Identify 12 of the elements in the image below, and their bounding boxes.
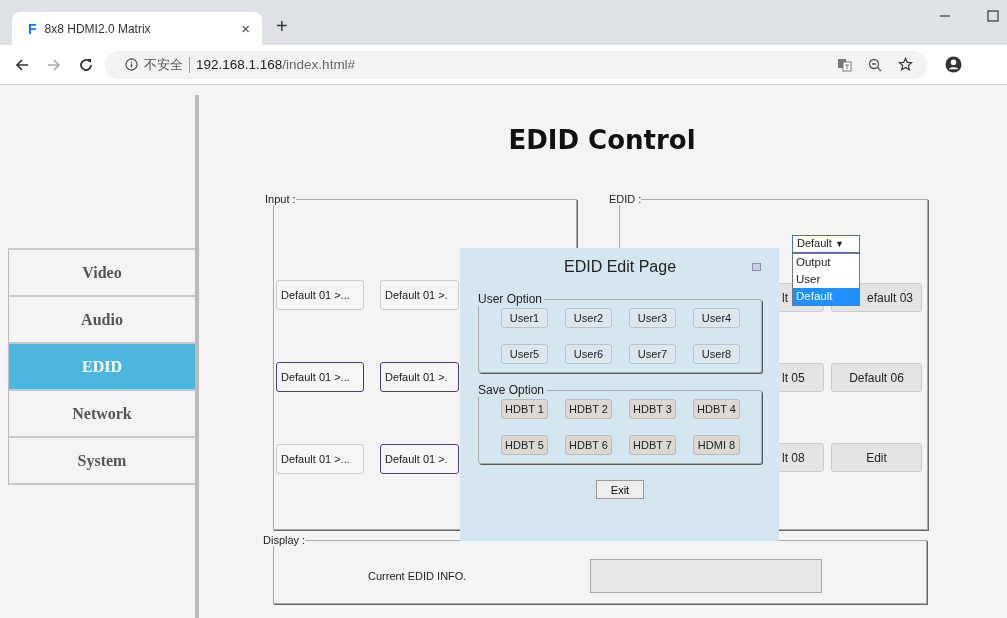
dialog-title: EDID Edit Page: [562, 258, 678, 277]
security-label: 不安全: [144, 55, 183, 74]
favicon: F: [28, 20, 37, 37]
page-title: EDID Control: [507, 124, 697, 157]
panel-legend: Display :: [263, 534, 306, 546]
info-label: Current EDID INFO.: [368, 570, 468, 582]
group-legend: User Option: [478, 292, 545, 306]
panel-legend: Input :: [265, 193, 296, 205]
panel-legend: EDID :: [609, 193, 642, 205]
tab-title: 8x8 HDMI2.0 Matrix: [44, 21, 152, 36]
group-legend: Save Option: [478, 383, 547, 397]
url-text: 192.168.1.168/index.html#: [196, 57, 356, 72]
